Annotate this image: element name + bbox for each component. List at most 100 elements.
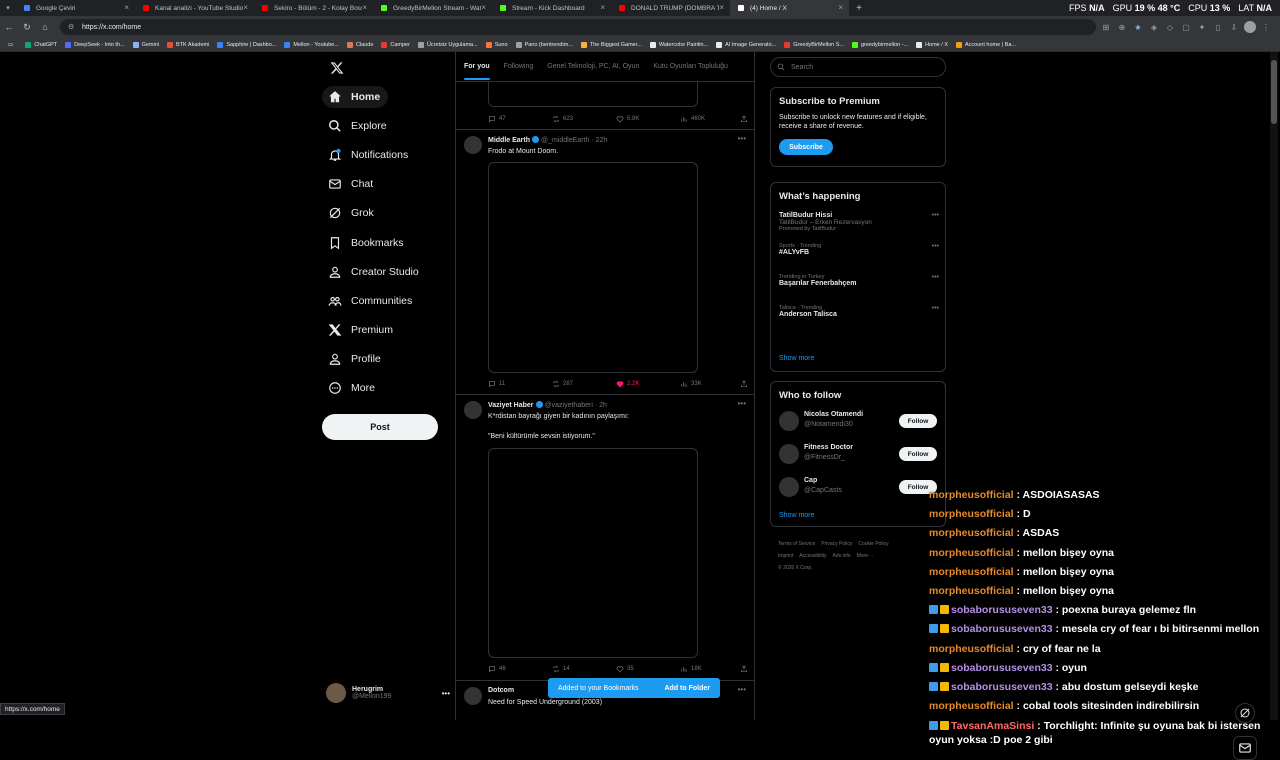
repost-button[interactable]: 623: [552, 115, 616, 123]
tweet-media[interactable]: [488, 162, 698, 373]
bookmark-sapphire-dashbo[interactable]: Sapphire | Dashbo...: [213, 41, 280, 48]
footer-link[interactable]: Cookie Policy: [858, 541, 888, 547]
views-button[interactable]: 33K: [680, 380, 740, 388]
tweet-time[interactable]: 22h: [596, 137, 608, 144]
bookmark-deepseek-into-th[interactable]: DeepSeek - Into th...: [61, 41, 128, 48]
trend-more-icon[interactable]: •••: [932, 243, 939, 250]
repost-button[interactable]: 287: [552, 380, 616, 388]
chat-username[interactable]: TavsanAmaSinsi: [951, 720, 1034, 732]
nav-item-premium[interactable]: Premium: [328, 319, 393, 341]
trend-item[interactable]: Sports · Trending #ALYvFB •••: [779, 243, 939, 256]
bookmark-account-home-ba[interactable]: Account home | Ba...: [952, 41, 1020, 48]
bookmark-home-x[interactable]: Home / X: [912, 41, 952, 48]
x-logo-icon[interactable]: [330, 61, 344, 75]
tab-close-icon[interactable]: ×: [481, 3, 486, 12]
avatar[interactable]: [464, 687, 482, 705]
reload-icon[interactable]: ↻: [18, 18, 36, 36]
chat-username[interactable]: morpheusofficial: [929, 547, 1014, 559]
bookmark-btk-akademi[interactable]: BTK Akademi: [163, 41, 213, 48]
share-button[interactable]: [740, 665, 748, 673]
tab-close-icon[interactable]: ×: [600, 3, 605, 12]
nav-item-home[interactable]: Home: [322, 86, 389, 108]
tweet-author-name[interactable]: Vaziyet Haber: [488, 402, 534, 409]
like-button[interactable]: 5.8K: [616, 115, 680, 123]
bookmark-chatgpt[interactable]: ChatGPT: [21, 41, 61, 48]
share-button[interactable]: [740, 115, 748, 123]
nav-item-notifications[interactable]: Notifications: [328, 144, 408, 166]
sidebar-icon[interactable]: ▯: [1212, 21, 1224, 33]
browser-tab[interactable]: GreedyBirMellon Stream - Watch Li×: [373, 0, 492, 16]
bookmark-the-biggest-gamer[interactable]: The Biggest Gamer...: [577, 41, 646, 48]
footer-link[interactable]: More···: [857, 553, 873, 559]
account-switcher[interactable]: Herugrim @Mellon199 •••: [326, 680, 450, 706]
chat-username[interactable]: morpheusofficial: [929, 700, 1014, 712]
browser-tab[interactable]: Google Çeviri ×: [16, 0, 135, 16]
follow-suggestion[interactable]: Cap @CapCasts Follow: [779, 475, 939, 499]
reply-button[interactable]: 11: [488, 380, 552, 388]
add-to-folder-link[interactable]: Add to Folder: [665, 685, 711, 692]
grok-fab-icon[interactable]: [1235, 703, 1255, 723]
nav-item-communities[interactable]: Communities: [328, 290, 412, 312]
reply-button[interactable]: 46: [488, 665, 552, 673]
feed-tab-kutu-oyunlar-toplulu-u[interactable]: Kutu Oyunları Topluluğu: [653, 63, 728, 70]
download-icon[interactable]: ⇩: [1228, 21, 1240, 33]
views-button[interactable]: 460K: [680, 115, 740, 123]
nav-item-explore[interactable]: Explore: [328, 115, 387, 137]
chat-username[interactable]: morpheusofficial: [929, 643, 1014, 655]
extension-icon[interactable]: ◇: [1164, 21, 1176, 33]
tab-search-icon[interactable]: ▾: [0, 0, 16, 16]
chat-username[interactable]: morpheusofficial: [929, 527, 1014, 539]
tweet-time[interactable]: 2h: [599, 402, 607, 409]
tweet[interactable]: Vaziyet Haber @vaziyethaberi · 2h ••• K*r…: [456, 395, 754, 681]
trend-item[interactable]: Talisca · Trending Anderson Talisca •••: [779, 305, 939, 318]
trend-item[interactable]: TatilBudur Hissi TatilBudur – Erken Rezer…: [779, 212, 939, 232]
tweet-author-name[interactable]: Dotcom: [488, 687, 514, 694]
tab-close-icon[interactable]: ×: [838, 3, 843, 12]
footer-link[interactable]: Terms of Service: [778, 541, 815, 547]
bookmark-greedybirmellon[interactable]: greedybirmellon -...: [848, 41, 912, 48]
chat-username[interactable]: sobaborususeven33: [951, 662, 1053, 674]
avatar[interactable]: [464, 401, 482, 419]
tab-close-icon[interactable]: ×: [124, 3, 129, 12]
home-icon[interactable]: ⌂: [36, 18, 54, 36]
extensions-puzzle-icon[interactable]: ✦: [1196, 21, 1208, 33]
nav-item-bookmarks[interactable]: Bookmarks: [328, 232, 404, 254]
tweet-author-name[interactable]: Middle Earth: [488, 137, 530, 144]
bookmark-claude[interactable]: Claude: [343, 41, 377, 48]
browser-menu-icon[interactable]: ⋮: [1260, 21, 1272, 33]
chat-username[interactable]: sobaborususeven33: [951, 604, 1053, 616]
tweet-more-icon[interactable]: •••: [738, 134, 746, 143]
chat-username[interactable]: morpheusofficial: [929, 489, 1014, 501]
avatar[interactable]: [779, 477, 799, 497]
repost-button[interactable]: 14: [552, 665, 616, 673]
show-more-link[interactable]: Show more: [779, 355, 814, 362]
reply-button[interactable]: 47: [488, 115, 552, 123]
extension-icon[interactable]: ▢: [1180, 21, 1192, 33]
avatar[interactable]: [779, 444, 799, 464]
browser-tab[interactable]: (4) Home / X ×: [730, 0, 849, 16]
follow-suggestion[interactable]: Nicolas Otamendi @Notamendi30 Follow: [779, 409, 939, 433]
tweet-media[interactable]: [488, 448, 698, 658]
tweet[interactable]: 47 623 5.8K 460K: [456, 82, 754, 130]
footer-link[interactable]: Privacy Policy: [821, 541, 852, 547]
nav-item-grok[interactable]: Grok: [328, 202, 374, 224]
chat-username[interactable]: morpheusofficial: [929, 508, 1014, 520]
post-button[interactable]: Post: [322, 414, 438, 440]
footer-link[interactable]: Accessibility: [799, 553, 826, 559]
like-button[interactable]: 2.2K: [616, 380, 680, 388]
browser-tab[interactable]: Sekiro - Bölüm - 2 - Kolay Boss ?!?×: [254, 0, 373, 16]
bookmark-gemini[interactable]: Gemini: [129, 41, 163, 48]
browser-tab[interactable]: Stream - Kick Dashboard ×: [492, 0, 611, 16]
follow-button[interactable]: Follow: [899, 414, 937, 428]
back-icon[interactable]: ←: [0, 18, 18, 36]
tweet-more-icon[interactable]: •••: [738, 685, 746, 694]
bookmark-ai-image-generato[interactable]: AI Image Generato...: [712, 41, 780, 48]
apps-icon[interactable]: ▭: [0, 42, 21, 48]
profile-avatar-icon[interactable]: [1244, 21, 1256, 33]
feed-tab-for-you[interactable]: For you: [464, 63, 490, 80]
trend-more-icon[interactable]: •••: [932, 305, 939, 312]
avatar[interactable]: [464, 136, 482, 154]
trend-item[interactable]: Trending in Turkey Başarılar Fenerbahçem •…: [779, 274, 939, 287]
bookmark-pano-bentrendim[interactable]: Pano (bentrendim...: [512, 41, 577, 48]
views-button[interactable]: 18K: [680, 665, 740, 673]
